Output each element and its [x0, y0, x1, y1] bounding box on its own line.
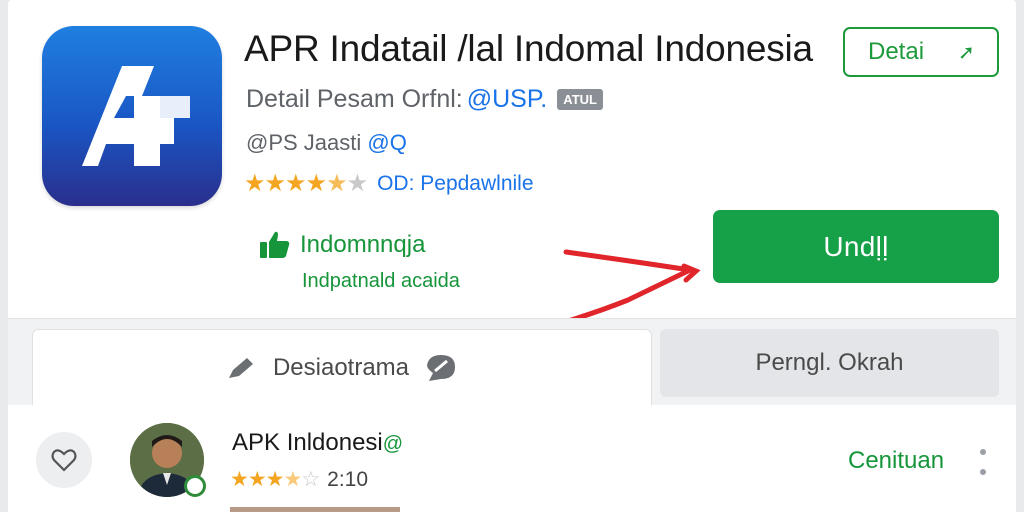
- more-options-icon[interactable]: [978, 449, 988, 475]
- developer-line: Detail Pesam Orfnl: @USP. ATUL: [246, 85, 603, 114]
- promo-block: Indomnnqja Indpatnald acaida: [258, 230, 460, 293]
- detail-button[interactable]: Detai ➚: [843, 27, 999, 77]
- install-button[interactable]: Undḷḷ: [713, 210, 999, 283]
- publisher-line: @PS Jaasti @Q: [246, 130, 407, 156]
- detail-button-label: Detai: [868, 38, 925, 65]
- review-link[interactable]: Cenituan: [848, 447, 944, 475]
- publisher-text: @PS Jaasti: [246, 130, 362, 155]
- review-title-text: APK Inldonesi: [232, 429, 383, 456]
- developer-accent[interactable]: @USP.: [467, 85, 548, 114]
- developer-text: Detail Pesam Orfnl:: [246, 85, 463, 113]
- thumbs-up-icon: [260, 231, 290, 258]
- heart-icon: [51, 449, 77, 472]
- comment-icon: [427, 354, 456, 381]
- review-title: APK Inldonesi@: [232, 429, 403, 457]
- content-preview-strip: [230, 507, 400, 512]
- review-rating-text: 2:10: [327, 467, 369, 491]
- tab-bar: Desiaotrama Perngl. Okrah: [8, 319, 1016, 405]
- favorite-button[interactable]: [36, 432, 92, 488]
- arrow-up-right-icon: ➚: [958, 41, 975, 64]
- app-rating: ★★★★★★ OD: Pepdawlnile: [244, 169, 534, 198]
- review-row: APK Inldonesi@ ★★★★☆ 2:10 Cenituan: [8, 405, 1016, 512]
- verified-badge-icon: [184, 475, 206, 497]
- review-title-accent: @: [382, 433, 404, 455]
- age-badge: ATUL: [557, 89, 603, 110]
- review-rating: ★★★★☆ 2:10: [230, 467, 368, 492]
- app-title: APR Indatail /lal Indomal Indonesia: [244, 28, 813, 69]
- app-logo-icon: [42, 26, 222, 206]
- pencil-icon: [228, 357, 253, 378]
- rating-link[interactable]: OD: Pepdawlnile: [377, 172, 533, 196]
- tab-other[interactable]: Perngl. Okrah: [660, 329, 999, 397]
- publisher-accent[interactable]: @Q: [367, 130, 406, 155]
- tab-other-label: Perngl. Okrah: [755, 349, 904, 376]
- app-card: APR Indatail /lal Indomal Indonesia Deta…: [8, 0, 1016, 512]
- tab-description-label: Desiaotrama: [272, 353, 410, 381]
- rating-stars: ★★★★★★: [244, 170, 368, 197]
- promo-line2: Indpatnald acaida: [302, 270, 460, 292]
- tab-description[interactable]: Desiaotrama: [32, 329, 652, 405]
- promo-line1: Indomnnqja: [300, 231, 426, 258]
- review-stars: ★★★★☆: [230, 468, 320, 491]
